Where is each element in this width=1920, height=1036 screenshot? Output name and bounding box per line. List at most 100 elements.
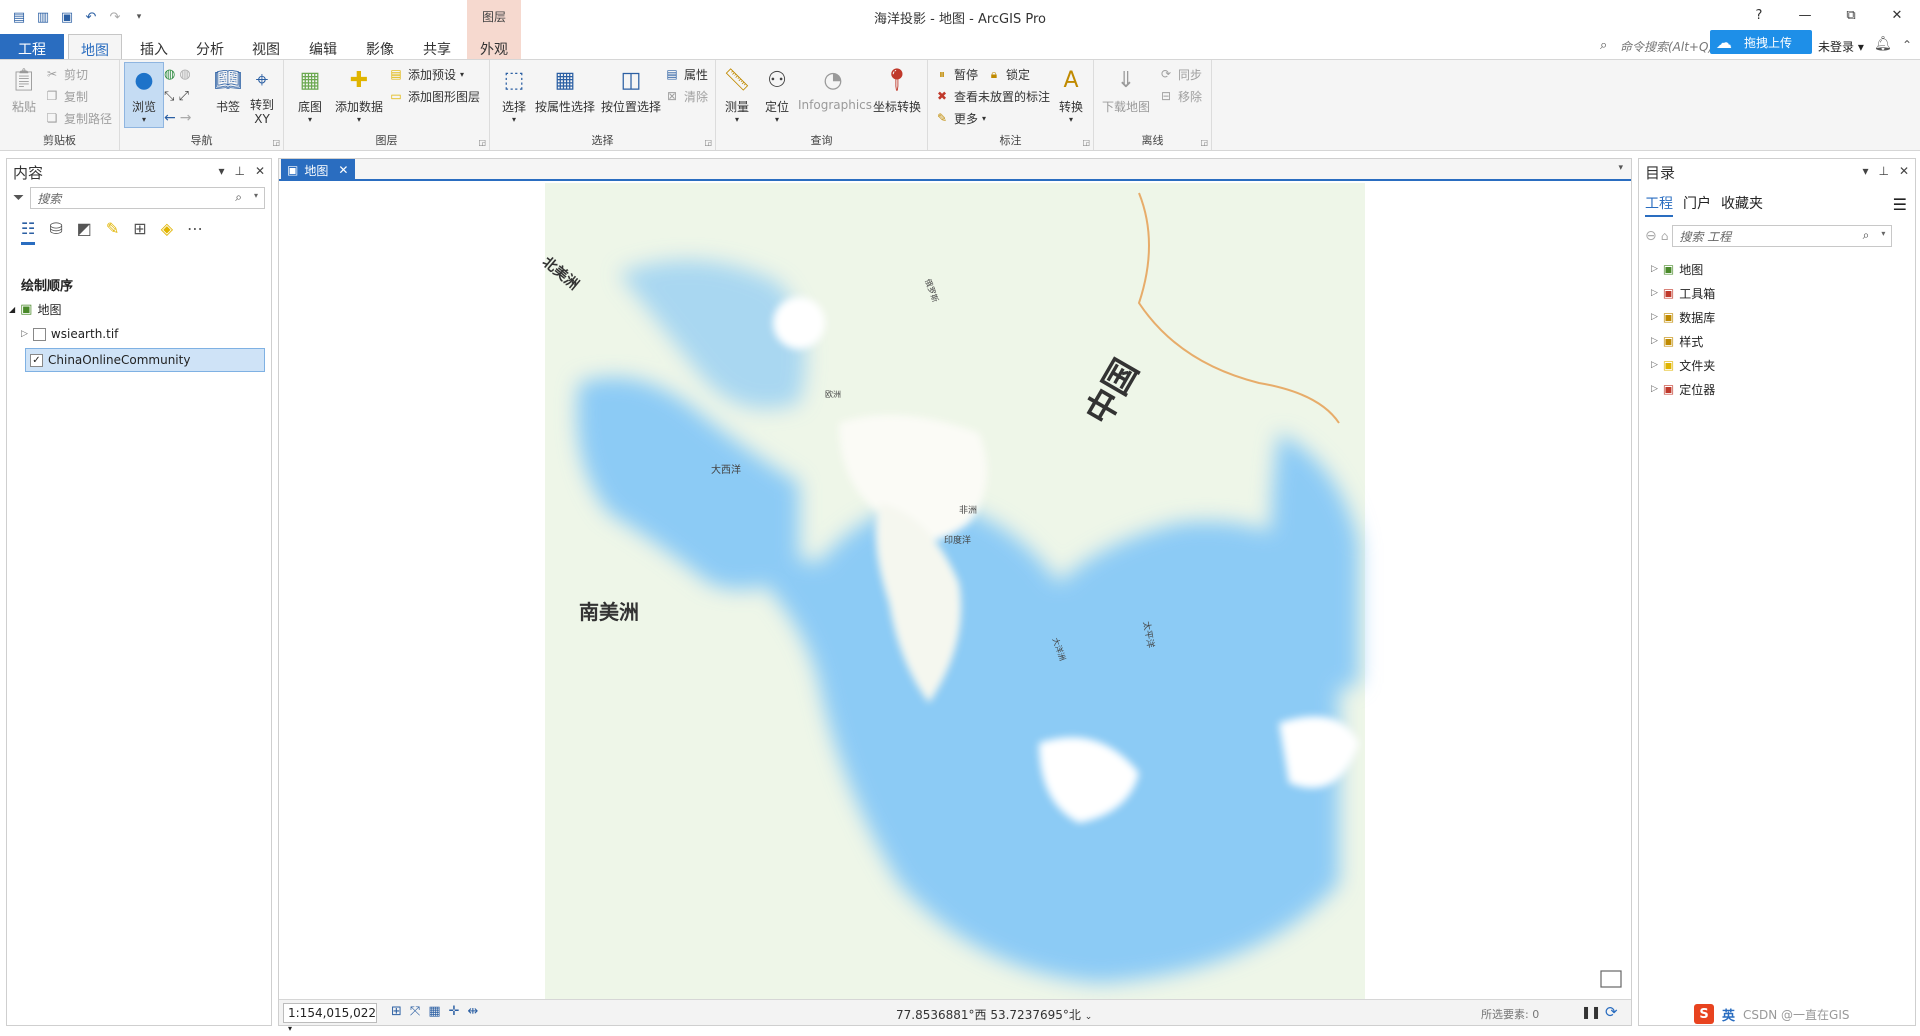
full-extent-icon[interactable]: ◍ ◍ [164,64,191,84]
goto-xy-button[interactable]: ⌖ 转到 XY [242,64,282,126]
swipe-icon[interactable]: ⇹ [468,1004,479,1019]
pane-menu-icon[interactable]: ▾ [218,164,224,178]
more-labeling-button[interactable]: ✎ 更多 ▾ [934,108,986,128]
prev-next-extent-icon[interactable]: ← → [164,108,191,128]
add-preset-button[interactable]: ▤ 添加预设 ▾ [388,64,464,84]
scale-tool-icon[interactable]: ⤧ [410,1004,420,1019]
pin-icon[interactable]: ⊥ [234,164,244,178]
pin-icon[interactable]: ⊥ [1878,164,1888,178]
scale-selector[interactable]: 1:154,015,022 ▾ [283,1003,377,1033]
tab-appearance[interactable]: 外观 [467,34,521,59]
back-icon[interactable]: ⊖ [1645,228,1657,244]
catalog-item-databases[interactable]: ▷ ▣ 数据库 [1651,307,1715,327]
dialog-launcher-icon[interactable]: ◲ [272,138,280,147]
layer-visibility-checkbox[interactable]: ✓ [30,353,43,367]
restore-button[interactable]: ⧉ [1828,0,1874,30]
select-button[interactable]: ⬚ 选择 ▾ [490,64,538,125]
download-map-button[interactable]: ⇓ 下载地图 [1098,64,1154,115]
ime-logo-icon[interactable]: S [1694,1004,1714,1024]
snapping-view-icon[interactable]: ⊞ [133,219,146,245]
close-pane-icon[interactable]: ✕ [1899,164,1909,178]
expand-icon[interactable]: ▷ [1651,312,1658,322]
catalog-search-input[interactable]: 搜索 工程 ⌕ ▾ [1672,225,1893,247]
zoom-fixed-icon[interactable]: ⤡ ⤢ [164,86,189,106]
copy-path-button[interactable]: ❏ 复制路径 [44,108,112,128]
tab-list-dropdown-icon[interactable]: ▾ [1618,163,1623,173]
select-by-attributes-button[interactable]: ▦ 按属性选择 [532,64,598,115]
fixed-zoom-icon[interactable]: ⊞ [391,1004,402,1019]
login-menu[interactable]: 未登录 ▾ [1818,38,1864,55]
grid-icon[interactable]: ▦ [428,1004,440,1019]
filter-icon[interactable]: ⏷ [13,190,24,206]
home-icon[interactable]: ⌂ [1661,229,1669,243]
hamburger-menu-icon[interactable]: ☰ [1893,195,1907,214]
notification-icon[interactable]: 🔔︎ [1874,36,1892,52]
catalog-tab-project[interactable]: 工程 [1645,193,1673,217]
layer-visibility-checkbox[interactable] [32,327,46,341]
search-icon[interactable]: ⌕ [1863,228,1870,243]
expand-icon[interactable]: ▷ [1651,360,1658,370]
more-views-icon[interactable]: ⋯ [187,219,203,245]
data-source-icon[interactable]: ⛁ [49,219,62,245]
clear-button[interactable]: ⊠ 清除 [664,86,708,106]
catalog-item-toolboxes[interactable]: ▷ ▣ 工具箱 [1651,283,1715,303]
attributes-button[interactable]: ▤ 属性 [664,64,708,84]
catalog-tab-portal[interactable]: 门户 [1683,193,1711,217]
tab-share[interactable]: 共享 [419,34,455,59]
refresh-icon[interactable]: ⟳ [1605,1003,1618,1021]
dialog-launcher-icon[interactable]: ◲ [1200,138,1208,147]
catalog-item-locators[interactable]: ▷ ▣ 定位器 [1651,379,1715,399]
expand-icon[interactable]: ◢ [9,305,15,314]
catalog-item-folders[interactable]: ▷ ▣ 文件夹 [1651,355,1715,375]
close-button[interactable]: ✕ [1874,0,1920,30]
labeling-view-icon[interactable]: ◈ [161,219,173,245]
layer-item-wsiearth[interactable]: ▷ wsiearth.tif [21,324,118,344]
tab-insert[interactable]: 插入 [136,34,172,59]
dialog-launcher-icon[interactable]: ◲ [1082,138,1090,147]
help-icon[interactable]: ? [1736,0,1782,30]
cut-button[interactable]: ✂ 剪切 [44,64,88,84]
map-document-tab[interactable]: ▣ 地图 ✕ [281,159,355,181]
map-node[interactable]: ◢ ▣ 地图 [9,299,61,319]
close-pane-icon[interactable]: ✕ [255,164,265,178]
tab-map[interactable]: 地图 [68,34,122,59]
snap-icon[interactable]: ✛ [449,1004,460,1019]
unplaced-labels-button[interactable]: ✖ 查看未放置的标注 [934,86,1050,106]
search-icon[interactable]: ⌕ [235,190,242,205]
infographics-button[interactable]: ◔ Infographics [798,64,872,113]
command-search-input[interactable]: 命令搜索(Alt+Q) [1620,38,1713,55]
select-by-location-button[interactable]: ◫ 按位置选择 [598,64,664,115]
tab-analysis[interactable]: 分析 [192,34,228,59]
catalog-item-styles[interactable]: ▷ ▣ 样式 [1651,331,1703,351]
catalog-item-maps[interactable]: ▷ ▣ 地图 [1651,259,1703,279]
lock-labels-button[interactable]: 🔒︎ 锁定 [986,64,1030,84]
chevron-down-icon[interactable]: ⌄ [1085,1012,1093,1022]
tab-project[interactable]: 工程 [0,34,64,59]
pause-drawing-icon[interactable]: ❚❚ [1581,1005,1601,1019]
ime-language[interactable]: 英 [1722,1005,1735,1024]
tab-view[interactable]: 视图 [248,34,284,59]
paste-button[interactable]: 📋︎ 粘贴 [0,64,48,115]
tab-edit[interactable]: 编辑 [305,34,341,59]
upload-button[interactable]: ☁ 拖拽上传 [1710,30,1812,54]
selection-view-icon[interactable]: ◩ [77,219,92,245]
contents-search-input[interactable]: 搜索 ⌕ ▾ [30,187,265,209]
close-tab-icon[interactable]: ✕ [338,163,348,177]
pause-labels-button[interactable]: ⏸︎ 暂停 [934,64,978,84]
catalog-tab-favorites[interactable]: 收藏夹 [1721,193,1763,217]
chevron-down-icon[interactable]: ▾ [254,191,258,200]
layer-item-chinaonlinecommunity[interactable]: ✓ ChinaOnlineCommunity [25,348,265,372]
explore-button[interactable]: ● 浏览 ▾ [120,64,168,125]
basemap-button[interactable]: ▦ 底图 ▾ [286,64,334,125]
sync-button[interactable]: ⟳ 同步 [1158,64,1202,84]
expand-icon[interactable]: ▷ [1651,288,1658,298]
measure-button[interactable]: 📏︎ 测量 ▾ [716,64,758,125]
add-graphics-layer-button[interactable]: ▭ 添加图形图层 [388,86,480,106]
dialog-launcher-icon[interactable]: ◲ [478,138,486,147]
copy-button[interactable]: ❐ 复制 [44,86,88,106]
map-canvas[interactable]: 大西洋 非洲 欧洲 印度洋 南美洲 大洋洲 太平洋 中国 北美洲 俄罗斯 [279,183,1631,1001]
minimize-button[interactable]: — [1782,0,1828,30]
expand-icon[interactable]: ▷ [1651,336,1658,346]
convert-labels-button[interactable]: A 转换 ▾ [1050,64,1092,125]
collapse-ribbon-icon[interactable]: ⌃ [1902,38,1912,52]
